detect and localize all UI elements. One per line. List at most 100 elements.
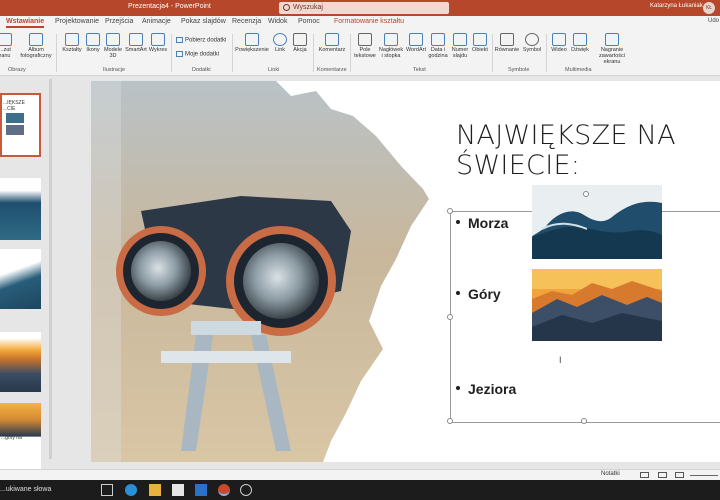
audio-button[interactable]: Dźwięk: [569, 33, 591, 53]
resize-handle[interactable]: [447, 418, 453, 424]
my-addins-button[interactable]: Moje dodatki: [176, 51, 219, 58]
header-footer-button[interactable]: Nagłówek i stopka: [378, 33, 404, 59]
slide-thumbnail-1[interactable]: ...IĘKSZE ...CIE: [0, 93, 41, 157]
bullet-item-seas[interactable]: Morza: [456, 215, 508, 231]
group-separator: [56, 34, 57, 72]
tab-animations[interactable]: Animacje: [142, 18, 171, 25]
search-placeholder: Wyszukaj: [293, 4, 323, 11]
slide-title[interactable]: NAJWIĘKSZE NA ŚWIECIE:: [456, 121, 696, 181]
group-addins-label: Dodatki: [192, 67, 211, 73]
store-icon: [176, 37, 183, 43]
addins-icon: [176, 51, 183, 57]
comment-button[interactable]: Komentarz: [316, 33, 348, 53]
zoom-slider[interactable]: [690, 475, 718, 476]
resize-handle[interactable]: [447, 314, 453, 320]
resize-handle[interactable]: [581, 418, 587, 424]
comment-icon: [325, 33, 339, 46]
header-footer-icon: [384, 33, 398, 46]
bullet-item-lakes[interactable]: Jeziora: [456, 381, 516, 397]
text-cursor-icon: I: [559, 355, 562, 365]
video-icon: [552, 33, 566, 46]
avatar[interactable]: KŁ: [703, 2, 715, 14]
window-title: Prezentacja4 - PowerPoint: [128, 3, 211, 10]
speaker-icon: [573, 33, 587, 46]
slide-thumbnail-2[interactable]: [0, 178, 41, 240]
mail-icon[interactable]: [195, 484, 207, 496]
tab-slideshow[interactable]: Pokaz slajdów: [181, 18, 226, 25]
tab-transitions[interactable]: Przejścia: [105, 18, 133, 25]
bullet-dot: [456, 291, 460, 296]
normal-view-icon[interactable]: [640, 472, 649, 478]
equation-button[interactable]: Równanie: [494, 33, 520, 53]
taskbar-search-text[interactable]: ...ukiwane słowa: [0, 486, 51, 493]
reading-view-icon[interactable]: [675, 472, 684, 478]
group-symbols-label: Symbole: [508, 67, 530, 73]
edge-icon[interactable]: [125, 484, 137, 496]
action-button[interactable]: Akcja: [290, 33, 310, 53]
group-separator: [350, 34, 351, 72]
status-bar: Notatki: [0, 469, 720, 480]
zoom-icon: [245, 33, 259, 46]
wordart-icon: [409, 33, 423, 46]
tab-view[interactable]: Widok: [268, 18, 287, 25]
powerpoint-icon[interactable]: [218, 484, 230, 496]
slide-number-button[interactable]: Numer slajdu: [449, 33, 471, 59]
slide-thumbnails-pane: ...IĘKSZE ...CIE ...góry na: [0, 77, 52, 469]
notes-button[interactable]: Notatki: [601, 471, 620, 477]
group-links-label: Linki: [268, 67, 280, 73]
slide-thumbnail-4[interactable]: [0, 332, 41, 392]
textbox-button[interactable]: Pole tekstowe: [353, 33, 377, 59]
binoculars-image[interactable]: [91, 81, 451, 462]
bullet-item-mountains[interactable]: Góry: [456, 286, 501, 302]
slide-canvas[interactable]: NAJWIĘKSZE NA ŚWIECIE: Morza Góry Jezior…: [91, 81, 720, 462]
group-comments-label: Komentarze: [317, 67, 347, 73]
3d-models-button[interactable]: Modele 3D: [103, 33, 123, 59]
link-icon: [273, 33, 287, 46]
title-bar: Prezentacja4 - PowerPoint Wyszukaj Katar…: [0, 0, 720, 16]
rotate-handle[interactable]: [583, 191, 589, 197]
date-time-button[interactable]: Data i godzina: [427, 33, 449, 59]
screen-recording-button[interactable]: Nagranie zawartości ekranu: [592, 33, 632, 65]
icons-button[interactable]: Ikony: [84, 33, 102, 53]
screen-record-icon: [605, 33, 619, 46]
slide-number-icon: [453, 33, 467, 46]
sea-wave-image[interactable]: [532, 185, 662, 259]
zoom-button[interactable]: Powiększenie: [234, 33, 270, 53]
pi-icon: [500, 33, 514, 46]
user-name[interactable]: Katarzyna Łukaniak: [650, 3, 703, 9]
video-button[interactable]: Wideo: [549, 33, 569, 53]
wordart-button[interactable]: WordArt: [405, 33, 427, 53]
slide-thumbnail-3[interactable]: [0, 249, 41, 309]
store-icon[interactable]: [172, 484, 184, 496]
tab-insert[interactable]: Wstawianie: [6, 18, 45, 28]
thumbnail-image: [6, 125, 24, 135]
screenshot-button[interactable]: ...zut ranu: [0, 33, 16, 59]
tab-design[interactable]: Projektowanie: [55, 18, 99, 25]
symbol-button[interactable]: Symbol: [521, 33, 543, 53]
mountains-image[interactable]: [532, 269, 662, 341]
file-explorer-icon[interactable]: [149, 484, 161, 496]
thumbnails-scrollbar[interactable]: [49, 79, 52, 459]
group-separator: [546, 34, 547, 72]
share-button[interactable]: Udo: [708, 18, 719, 24]
slide-thumbnail-5[interactable]: ...góry na: [0, 403, 41, 469]
clock-app-icon[interactable]: [240, 484, 252, 496]
omega-icon: [525, 33, 539, 46]
photo-album-icon: [29, 33, 43, 46]
task-view-icon[interactable]: [101, 484, 113, 496]
thumbnail-text: ...góry na: [1, 435, 22, 441]
tab-shape-format[interactable]: Formatowanie kształtu: [334, 18, 404, 25]
link-button[interactable]: Link: [271, 33, 289, 53]
chart-button[interactable]: Wykres: [148, 33, 168, 53]
shapes-button[interactable]: Kształty: [61, 33, 83, 53]
tab-help[interactable]: Pomoc: [298, 18, 320, 25]
get-addins-button[interactable]: Pobierz dodatki: [176, 37, 226, 44]
photo-album-button[interactable]: Album fotograficzny: [20, 33, 52, 59]
resize-handle[interactable]: [447, 208, 453, 214]
object-button[interactable]: Obiekt: [470, 33, 490, 53]
calendar-icon: [431, 33, 445, 46]
search-box[interactable]: Wyszukaj: [279, 2, 449, 14]
slide-sorter-icon[interactable]: [658, 472, 667, 478]
tab-review[interactable]: Recenzja: [232, 18, 261, 25]
smartart-button[interactable]: SmartArt: [124, 33, 148, 53]
